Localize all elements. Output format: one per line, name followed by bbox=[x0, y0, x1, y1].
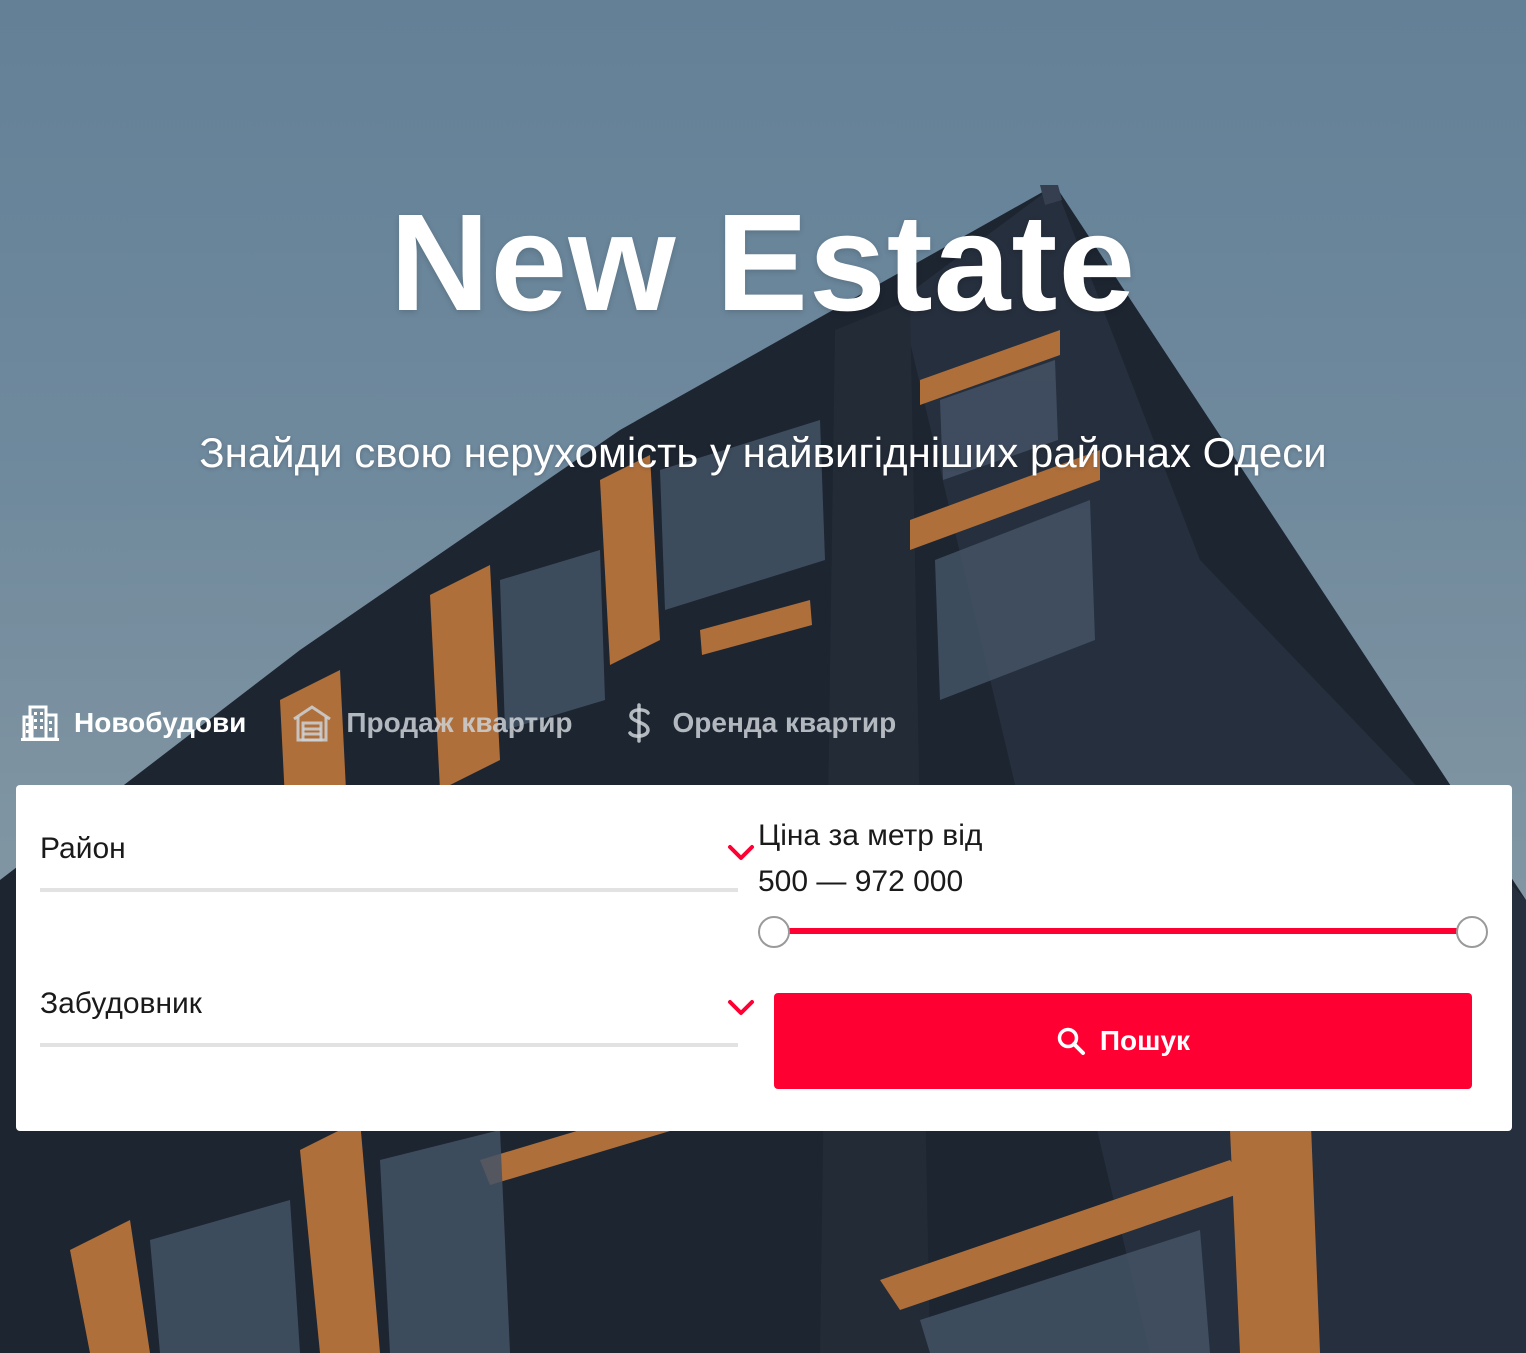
dollar-icon bbox=[617, 701, 661, 745]
search-button-label: Пошук bbox=[1099, 1025, 1191, 1056]
category-tabs: Новобудови Продаж квартир Оренда квартир bbox=[18, 700, 940, 746]
hero-section: New Estate Знайди свою нерухомість у най… bbox=[0, 0, 1526, 1353]
price-range-value: 500 — 972 000 bbox=[758, 865, 964, 898]
tab-label: Оренда квартир bbox=[672, 707, 897, 738]
price-slider-track[interactable] bbox=[773, 928, 1473, 934]
search-button[interactable]: Пошук bbox=[774, 993, 1472, 1089]
price-label: Ціна за метр від bbox=[758, 819, 983, 852]
developer-select[interactable]: Забудовник bbox=[40, 987, 754, 1047]
tab-apartment-rent[interactable]: Оренда квартир bbox=[617, 701, 897, 745]
page-title: New Estate bbox=[389, 186, 1137, 340]
price-slider-max-handle[interactable] bbox=[1456, 916, 1488, 948]
tab-new-buildings[interactable]: Новобудови bbox=[18, 701, 246, 745]
district-label: Район bbox=[40, 832, 126, 865]
page-subtitle: Знайди свою нерухомість у найвигідніших … bbox=[199, 429, 1327, 476]
tab-label: Новобудови bbox=[74, 707, 247, 738]
tab-apartment-sale[interactable]: Продаж квартир bbox=[290, 701, 573, 745]
building-icon bbox=[18, 701, 62, 745]
garage-icon bbox=[290, 701, 334, 745]
chevron-down-icon bbox=[726, 842, 756, 864]
tab-label: Продаж квартир bbox=[346, 707, 573, 738]
developer-label: Забудовник bbox=[40, 987, 202, 1020]
chevron-down-icon bbox=[726, 997, 756, 1019]
price-slider-min-handle[interactable] bbox=[758, 916, 790, 948]
search-icon bbox=[1056, 1026, 1086, 1056]
district-select[interactable]: Район bbox=[40, 832, 754, 892]
